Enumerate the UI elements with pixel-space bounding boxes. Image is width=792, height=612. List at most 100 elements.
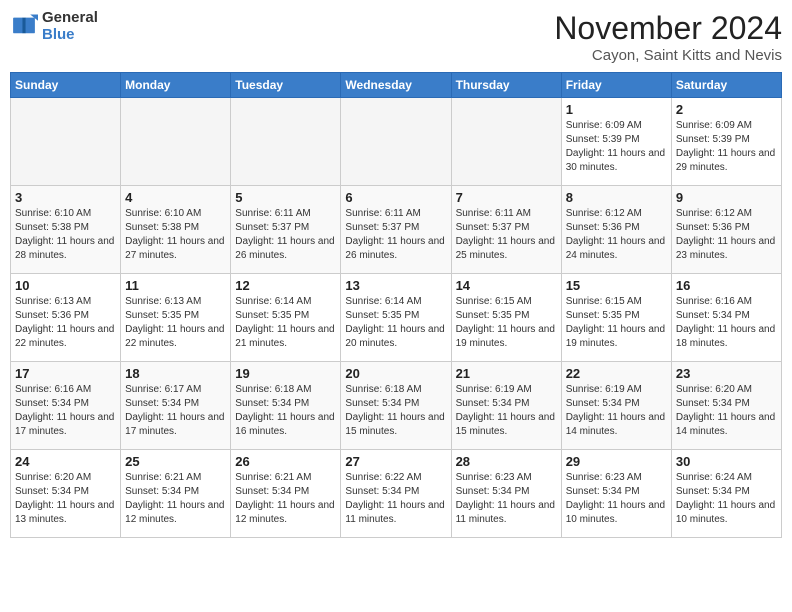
calendar-day-cell: 21 Sunrise: 6:19 AM Sunset: 5:34 PM Dayli…	[451, 362, 561, 450]
day-number: 4	[125, 190, 226, 205]
calendar-day-cell: 26 Sunrise: 6:21 AM Sunset: 5:34 PM Dayli…	[231, 450, 341, 538]
day-info: Sunrise: 6:20 AM Sunset: 5:34 PM Dayligh…	[676, 383, 777, 439]
day-number: 20	[345, 366, 446, 381]
day-info: Sunrise: 6:14 AM Sunset: 5:35 PM Dayligh…	[345, 295, 446, 351]
day-info: Sunrise: 6:10 AM Sunset: 5:38 PM Dayligh…	[15, 207, 116, 263]
day-info: Sunrise: 6:24 AM Sunset: 5:34 PM Dayligh…	[676, 471, 777, 527]
day-info: Sunrise: 6:11 AM Sunset: 5:37 PM Dayligh…	[235, 207, 336, 263]
weekday-header: Saturday	[671, 73, 781, 98]
day-info: Sunrise: 6:13 AM Sunset: 5:36 PM Dayligh…	[15, 295, 116, 351]
day-number: 21	[456, 366, 557, 381]
day-info: Sunrise: 6:22 AM Sunset: 5:34 PM Dayligh…	[345, 471, 446, 527]
calendar-day-cell: 29 Sunrise: 6:23 AM Sunset: 5:34 PM Dayli…	[561, 450, 671, 538]
weekday-header: Friday	[561, 73, 671, 98]
day-number: 19	[235, 366, 336, 381]
day-number: 9	[676, 190, 777, 205]
calendar-day-cell: 1 Sunrise: 6:09 AM Sunset: 5:39 PM Daylig…	[561, 98, 671, 186]
day-number: 17	[15, 366, 116, 381]
logo-icon	[10, 13, 38, 41]
calendar-day-cell: 10Sunrise: 6:13 AM Sunset: 5:36 PM Dayli…	[11, 274, 121, 362]
calendar-day-cell: 28 Sunrise: 6:23 AM Sunset: 5:34 PM Dayli…	[451, 450, 561, 538]
day-number: 11	[125, 278, 226, 293]
page-header: General Blue November 2024 Cayon, Saint …	[10, 10, 782, 64]
day-number: 16	[676, 278, 777, 293]
calendar-table: SundayMondayTuesdayWednesdayThursdayFrid…	[10, 72, 782, 538]
calendar-day-cell: 19 Sunrise: 6:18 AM Sunset: 5:34 PM Dayli…	[231, 362, 341, 450]
calendar-day-cell: 30 Sunrise: 6:24 AM Sunset: 5:34 PM Dayli…	[671, 450, 781, 538]
day-info: Sunrise: 6:21 AM Sunset: 5:34 PM Dayligh…	[235, 471, 336, 527]
calendar-day-cell: 11Sunrise: 6:13 AM Sunset: 5:35 PM Dayli…	[121, 274, 231, 362]
day-number: 26	[235, 454, 336, 469]
day-number: 30	[676, 454, 777, 469]
day-info: Sunrise: 6:23 AM Sunset: 5:34 PM Dayligh…	[566, 471, 667, 527]
calendar-day-cell	[231, 98, 341, 186]
day-number: 2	[676, 102, 777, 117]
day-info: Sunrise: 6:11 AM Sunset: 5:37 PM Dayligh…	[345, 207, 446, 263]
day-number: 14	[456, 278, 557, 293]
calendar-day-cell: 27Sunrise: 6:22 AM Sunset: 5:34 PM Dayli…	[341, 450, 451, 538]
day-info: Sunrise: 6:18 AM Sunset: 5:34 PM Dayligh…	[235, 383, 336, 439]
day-number: 22	[566, 366, 667, 381]
calendar-day-cell	[11, 98, 121, 186]
day-info: Sunrise: 6:20 AM Sunset: 5:34 PM Dayligh…	[15, 471, 116, 527]
calendar-day-cell: 22 Sunrise: 6:19 AM Sunset: 5:34 PM Dayli…	[561, 362, 671, 450]
calendar-day-cell: 9 Sunrise: 6:12 AM Sunset: 5:36 PM Daylig…	[671, 186, 781, 274]
day-number: 6	[345, 190, 446, 205]
calendar-day-cell: 8 Sunrise: 6:12 AM Sunset: 5:36 PM Daylig…	[561, 186, 671, 274]
day-info: Sunrise: 6:23 AM Sunset: 5:34 PM Dayligh…	[456, 471, 557, 527]
calendar-day-cell: 18Sunrise: 6:17 AM Sunset: 5:34 PM Dayli…	[121, 362, 231, 450]
day-info: Sunrise: 6:19 AM Sunset: 5:34 PM Dayligh…	[456, 383, 557, 439]
day-number: 28	[456, 454, 557, 469]
day-info: Sunrise: 6:10 AM Sunset: 5:38 PM Dayligh…	[125, 207, 226, 263]
location: Cayon, Saint Kitts and Nevis	[554, 47, 782, 64]
day-number: 24	[15, 454, 116, 469]
calendar-day-cell: 12 Sunrise: 6:14 AM Sunset: 5:35 PM Dayli…	[231, 274, 341, 362]
calendar-day-cell: 23 Sunrise: 6:20 AM Sunset: 5:34 PM Dayli…	[671, 362, 781, 450]
day-number: 29	[566, 454, 667, 469]
day-number: 1	[566, 102, 667, 117]
day-number: 13	[345, 278, 446, 293]
calendar-day-cell: 20 Sunrise: 6:18 AM Sunset: 5:34 PM Dayli…	[341, 362, 451, 450]
day-info: Sunrise: 6:19 AM Sunset: 5:34 PM Dayligh…	[566, 383, 667, 439]
calendar-day-cell: 15Sunrise: 6:15 AM Sunset: 5:35 PM Dayli…	[561, 274, 671, 362]
day-number: 7	[456, 190, 557, 205]
calendar-day-cell: 14 Sunrise: 6:15 AM Sunset: 5:35 PM Dayli…	[451, 274, 561, 362]
weekday-header: Tuesday	[231, 73, 341, 98]
day-info: Sunrise: 6:18 AM Sunset: 5:34 PM Dayligh…	[345, 383, 446, 439]
weekday-header: Wednesday	[341, 73, 451, 98]
day-info: Sunrise: 6:21 AM Sunset: 5:34 PM Dayligh…	[125, 471, 226, 527]
day-info: Sunrise: 6:15 AM Sunset: 5:35 PM Dayligh…	[566, 295, 667, 351]
logo-general: General	[42, 10, 98, 27]
month-title: November 2024	[554, 10, 782, 47]
calendar-week-row: 1 Sunrise: 6:09 AM Sunset: 5:39 PM Daylig…	[11, 98, 782, 186]
day-number: 3	[15, 190, 116, 205]
day-number: 5	[235, 190, 336, 205]
day-info: Sunrise: 6:11 AM Sunset: 5:37 PM Dayligh…	[456, 207, 557, 263]
calendar-week-row: 10Sunrise: 6:13 AM Sunset: 5:36 PM Dayli…	[11, 274, 782, 362]
calendar-week-row: 3 Sunrise: 6:10 AM Sunset: 5:38 PM Daylig…	[11, 186, 782, 274]
calendar-day-cell: 13 Sunrise: 6:14 AM Sunset: 5:35 PM Dayli…	[341, 274, 451, 362]
calendar-week-row: 24 Sunrise: 6:20 AM Sunset: 5:34 PM Dayli…	[11, 450, 782, 538]
calendar-day-cell: 7 Sunrise: 6:11 AM Sunset: 5:37 PM Daylig…	[451, 186, 561, 274]
calendar-day-cell: 2Sunrise: 6:09 AM Sunset: 5:39 PM Daylig…	[671, 98, 781, 186]
day-info: Sunrise: 6:14 AM Sunset: 5:35 PM Dayligh…	[235, 295, 336, 351]
day-info: Sunrise: 6:15 AM Sunset: 5:35 PM Dayligh…	[456, 295, 557, 351]
calendar-day-cell: 4 Sunrise: 6:10 AM Sunset: 5:38 PM Daylig…	[121, 186, 231, 274]
calendar-day-cell: 24 Sunrise: 6:20 AM Sunset: 5:34 PM Dayli…	[11, 450, 121, 538]
weekday-header: Thursday	[451, 73, 561, 98]
day-info: Sunrise: 6:12 AM Sunset: 5:36 PM Dayligh…	[676, 207, 777, 263]
calendar-day-cell: 3 Sunrise: 6:10 AM Sunset: 5:38 PM Daylig…	[11, 186, 121, 274]
day-info: Sunrise: 6:12 AM Sunset: 5:36 PM Dayligh…	[566, 207, 667, 263]
title-block: November 2024 Cayon, Saint Kitts and Nev…	[554, 10, 782, 64]
logo: General Blue	[10, 10, 98, 43]
day-number: 8	[566, 190, 667, 205]
day-number: 25	[125, 454, 226, 469]
weekday-header: Sunday	[11, 73, 121, 98]
day-info: Sunrise: 6:09 AM Sunset: 5:39 PM Dayligh…	[566, 119, 667, 175]
day-number: 23	[676, 366, 777, 381]
calendar-day-cell: 5 Sunrise: 6:11 AM Sunset: 5:37 PM Daylig…	[231, 186, 341, 274]
day-info: Sunrise: 6:17 AM Sunset: 5:34 PM Dayligh…	[125, 383, 226, 439]
calendar-day-cell	[121, 98, 231, 186]
logo-text: General Blue	[42, 10, 98, 43]
day-number: 12	[235, 278, 336, 293]
